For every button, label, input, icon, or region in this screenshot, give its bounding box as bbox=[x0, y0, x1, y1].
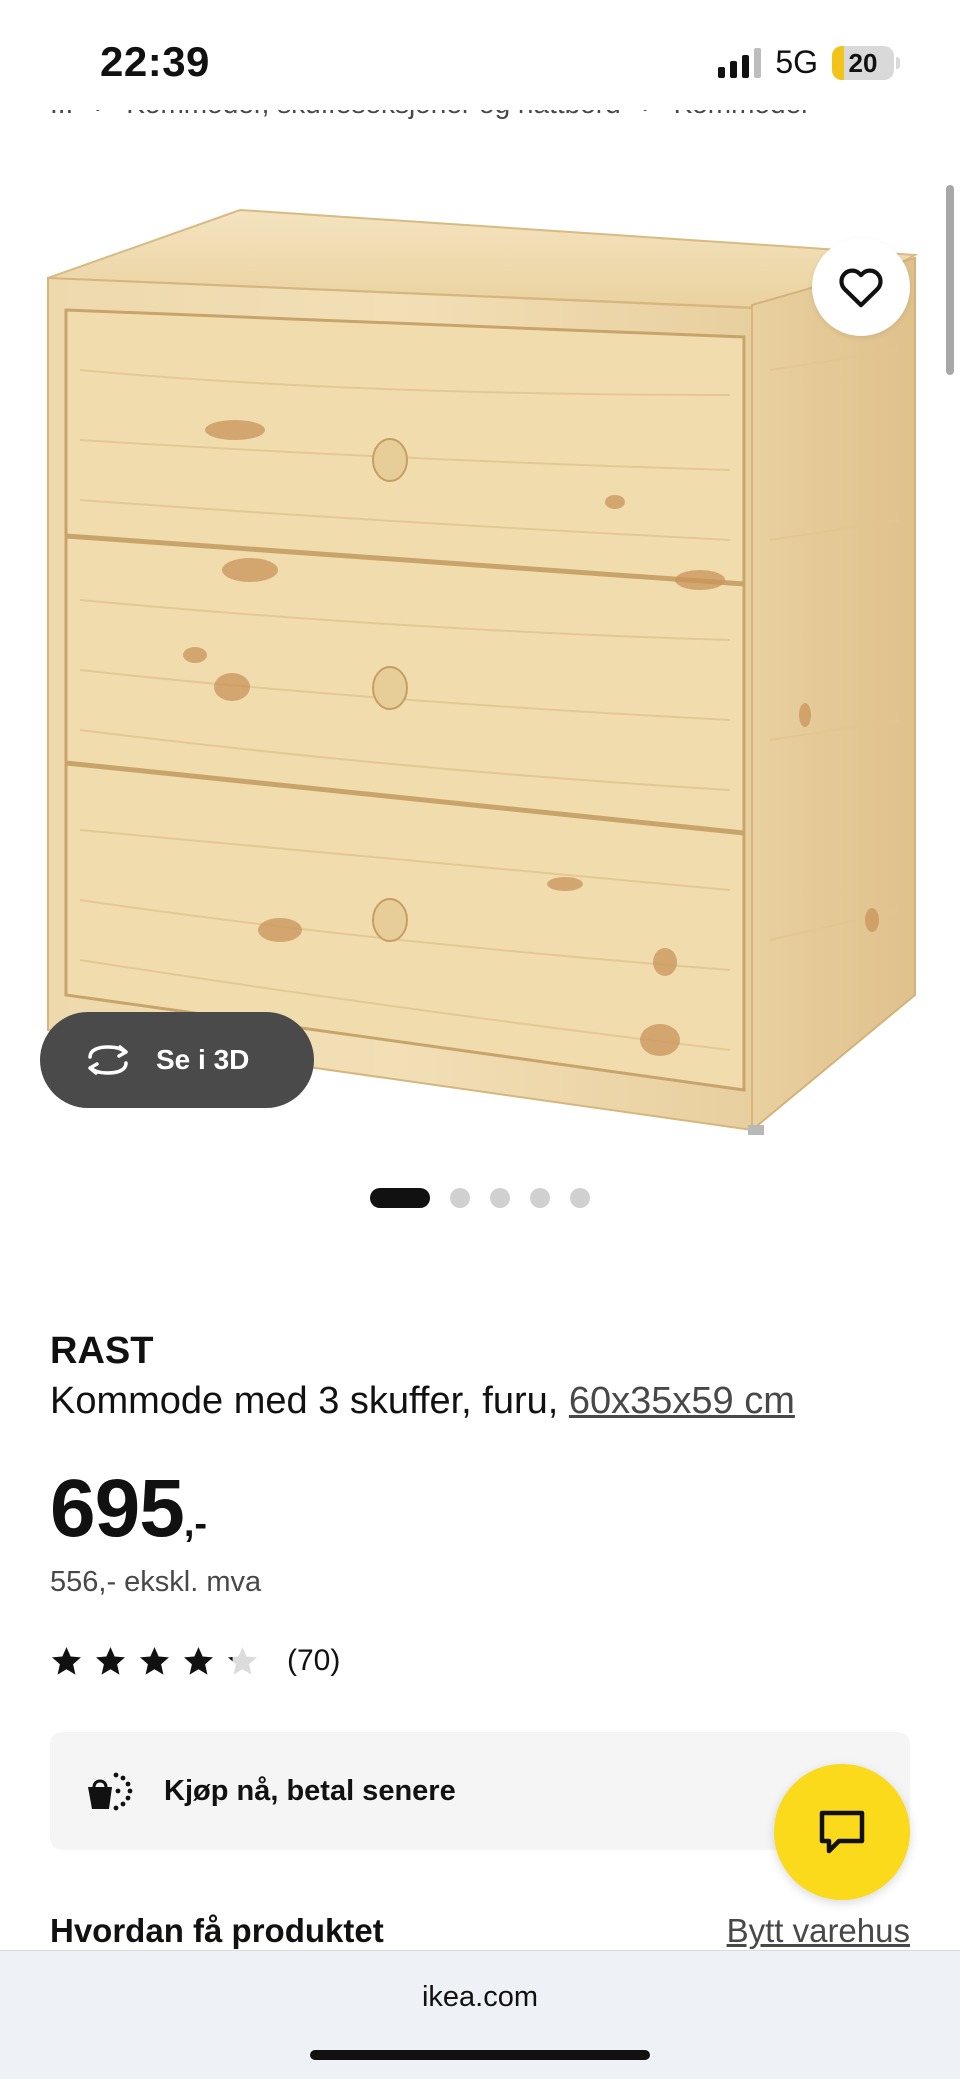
battery-level: 20 bbox=[848, 47, 878, 78]
product-price: 695 ,- bbox=[50, 1462, 207, 1556]
price-ex-vat: 556,- ekskl. mva bbox=[50, 1566, 262, 1598]
gallery-dot[interactable] bbox=[490, 1188, 510, 1208]
price-suffix: ,- bbox=[183, 1503, 208, 1545]
star-icon bbox=[184, 1646, 213, 1675]
rating-stars bbox=[50, 1645, 259, 1678]
gallery-dot[interactable] bbox=[530, 1188, 550, 1208]
clock: 22:39 bbox=[100, 38, 210, 85]
home-indicator[interactable] bbox=[310, 2050, 650, 2060]
status-bar: 22:39 5G 20 bbox=[0, 0, 960, 110]
rotate-3d-icon bbox=[88, 1045, 128, 1075]
gallery-dot[interactable] bbox=[450, 1188, 470, 1208]
signal-icon bbox=[718, 47, 762, 78]
product-rating[interactable]: (70) bbox=[50, 1644, 340, 1678]
favorite-button[interactable] bbox=[812, 238, 910, 336]
product-description: Kommode med 3 skuffer, furu, 60x35x59 cm bbox=[50, 1380, 795, 1423]
product-name: RAST bbox=[50, 1330, 154, 1372]
star-icon bbox=[96, 1646, 125, 1675]
product-dimensions-link[interactable]: 60x35x59 cm bbox=[569, 1380, 795, 1422]
gallery-dot[interactable] bbox=[570, 1188, 590, 1208]
star-icon bbox=[228, 1646, 257, 1675]
delivery-heading: Hvordan få produktet bbox=[50, 1912, 384, 1949]
gallery-dot-active[interactable] bbox=[370, 1188, 430, 1208]
view-3d-button[interactable]: Se i 3D bbox=[40, 1012, 314, 1108]
battery-icon: 20 bbox=[832, 45, 900, 80]
price-integer: 695 bbox=[50, 1463, 185, 1554]
star-icon bbox=[140, 1646, 169, 1675]
product-description-text: Kommode med 3 skuffer, furu, bbox=[50, 1380, 569, 1422]
heart-icon bbox=[839, 268, 883, 308]
browser-address-bar[interactable]: ikea.com bbox=[0, 1950, 960, 2079]
network-type: 5G bbox=[775, 44, 818, 80]
star-icon bbox=[52, 1646, 81, 1675]
chat-icon bbox=[819, 1810, 865, 1854]
gallery-pagination bbox=[0, 1188, 960, 1208]
status-indicators: 5G 20 bbox=[718, 44, 900, 81]
chat-button[interactable] bbox=[774, 1764, 910, 1900]
change-store-link[interactable]: Bytt varehus bbox=[727, 1912, 910, 1950]
rating-count[interactable]: (70) bbox=[287, 1644, 340, 1678]
payment-bag-icon bbox=[88, 1772, 133, 1811]
pay-later-label: Kjøp nå, betal senere bbox=[164, 1774, 456, 1807]
url-text[interactable]: ikea.com bbox=[0, 1981, 960, 2014]
view-3d-label: Se i 3D bbox=[156, 1044, 250, 1075]
